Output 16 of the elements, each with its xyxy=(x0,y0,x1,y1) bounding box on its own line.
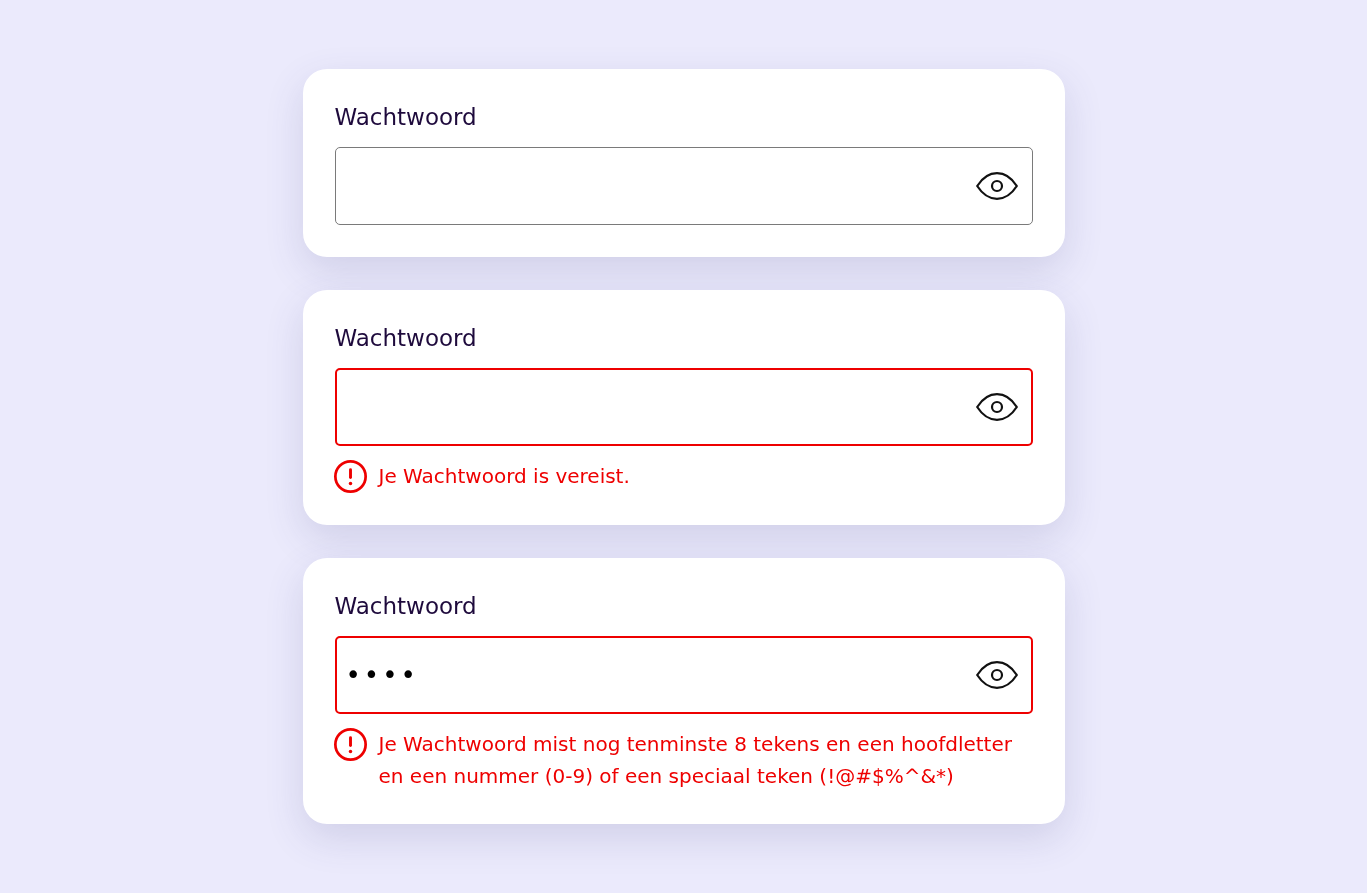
eye-icon xyxy=(975,172,1018,200)
show-password-button[interactable] xyxy=(974,392,1019,422)
field-label: Wachtwoord xyxy=(334,324,477,353)
eye-icon xyxy=(975,393,1018,421)
password-field[interactable]: •••• xyxy=(334,636,1033,714)
password-field[interactable] xyxy=(334,368,1033,446)
password-field[interactable] xyxy=(334,147,1033,225)
field-label: Wachtwoord xyxy=(334,592,477,621)
show-password-button[interactable] xyxy=(974,660,1019,690)
error-message: Je Wachtwoord mist nog tenminste 8 tekens en een hoofdletter en een nummer (0-9) of een speciaal teken (!@#$%^&*) xyxy=(378,731,1013,790)
field-label: Wachtwoord xyxy=(334,103,477,132)
alert-icon xyxy=(333,728,367,761)
eye-icon xyxy=(975,661,1018,689)
error-message: Je Wachtwoord is vereist. xyxy=(378,463,630,490)
show-password-button[interactable] xyxy=(974,171,1019,201)
alert-icon xyxy=(333,460,367,493)
